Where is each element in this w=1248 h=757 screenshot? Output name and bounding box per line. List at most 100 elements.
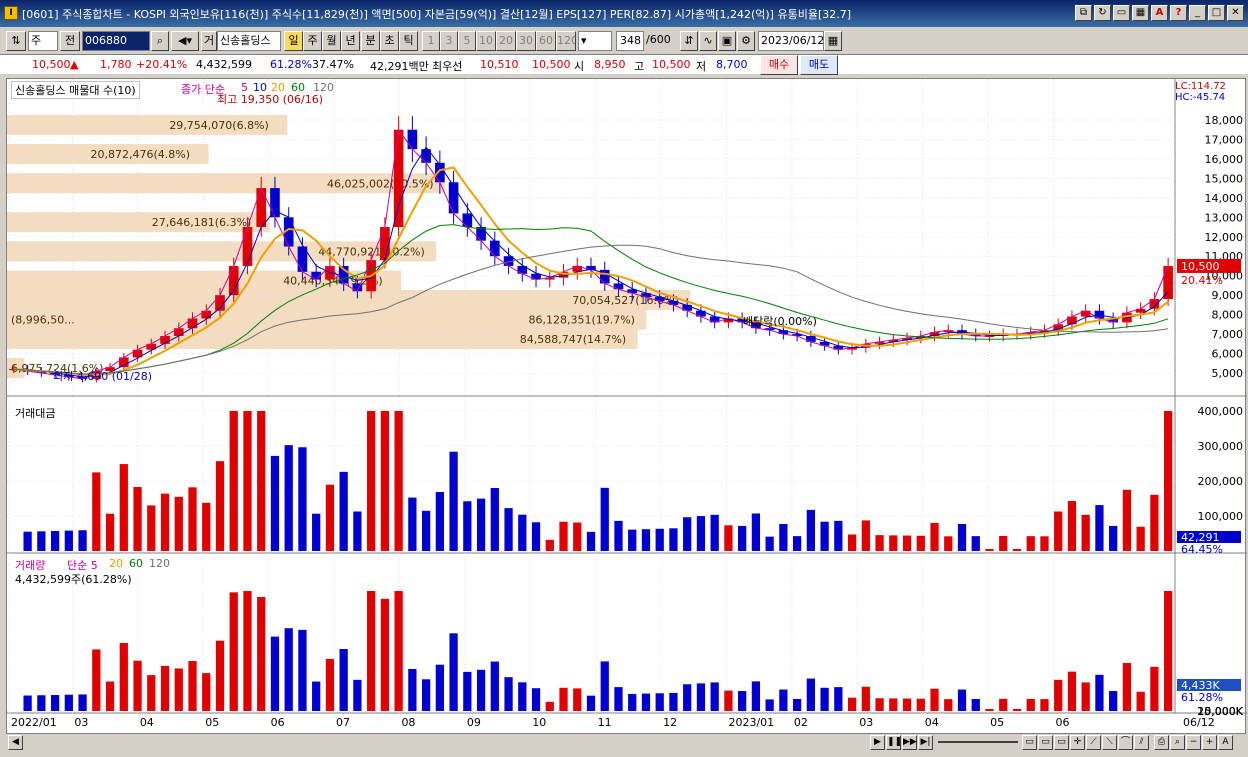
minimize-button[interactable]: _: [1189, 5, 1206, 21]
chart-scrollbar[interactable]: ◀ ▶ ❚❚ ▶▶ ▶| ▭ ▭ ▭ ✛ ⟋ ⟍ ⌒ ⫽ ⎙ ⌕ − + A: [6, 733, 1246, 751]
interval-120[interactable]: 120: [556, 31, 576, 51]
window-icon[interactable]: ▭: [1113, 5, 1130, 21]
current-pct-label: 20.41%: [1181, 274, 1223, 287]
candle-body: [270, 188, 280, 218]
volume-bar: [614, 687, 623, 711]
chart-type-icon[interactable]: ⇵: [680, 31, 698, 51]
volume-bar: [902, 698, 912, 711]
interval-1[interactable]: 1: [422, 31, 440, 51]
interval-dropdown[interactable]: ▾: [578, 31, 612, 51]
font-size-icon[interactable]: A: [1218, 735, 1233, 750]
x-tick-label: 08: [401, 716, 415, 729]
candle-body: [407, 129, 418, 150]
chart-area[interactable]: 2022/01 03 04 05 06 07 08 09 10 11 12 2023/01 02 03 04…: [6, 78, 1247, 739]
buy-button[interactable]: 매수: [760, 55, 798, 75]
quote-bar: 10,500 ▲ 1,780 +20.41% 4,432,599 61.28% …: [0, 54, 1248, 75]
trade-amount: 42,291백만: [370, 60, 429, 73]
tool-2-icon[interactable]: ▭: [1038, 735, 1053, 750]
amount-bar: [339, 471, 348, 551]
prev-button[interactable]: 전: [60, 31, 80, 51]
amount-pct-label: 64.45%: [1181, 543, 1223, 556]
pause-icon[interactable]: ❚❚: [886, 735, 902, 750]
amount-bar: [875, 535, 884, 551]
price-change: 1,780: [100, 58, 132, 71]
tool-1-icon[interactable]: ▭: [1022, 735, 1037, 750]
period-second[interactable]: 초: [380, 31, 399, 51]
stock-type-button[interactable]: 거: [201, 31, 217, 51]
play-icon[interactable]: ▶: [870, 735, 885, 750]
period-minute[interactable]: 분: [361, 31, 380, 51]
interval-20[interactable]: 20: [496, 31, 516, 51]
grid-icon[interactable]: ▦: [1132, 5, 1149, 21]
count-input[interactable]: 348: [616, 31, 644, 51]
volume-bar: [394, 591, 403, 711]
amount-bar: [1122, 489, 1132, 551]
ma-60-label: 60: [291, 81, 305, 94]
amount-bar: [188, 487, 197, 551]
minus-icon[interactable]: −: [1186, 735, 1201, 750]
interval-5[interactable]: 5: [458, 31, 476, 51]
trend-icon[interactable]: ⟋: [1086, 735, 1101, 750]
sell-button[interactable]: 매도: [800, 55, 838, 75]
volume-profile-label: 86,128,351(19.7%): [528, 313, 635, 326]
settings-icon[interactable]: ⚙: [737, 31, 755, 51]
plus-icon[interactable]: +: [1202, 735, 1217, 750]
save-icon[interactable]: ▣: [718, 31, 736, 51]
interval-10[interactable]: 10: [476, 31, 496, 51]
close-button[interactable]: ✕: [1227, 5, 1244, 21]
amount-bar: [669, 528, 678, 551]
volume-bar: [229, 592, 238, 711]
maximize-button[interactable]: □: [1208, 5, 1225, 21]
volume-bar: [957, 689, 967, 711]
period-tick[interactable]: 틱: [399, 31, 418, 51]
zoom-in-icon[interactable]: ⌕: [1170, 735, 1185, 750]
volume-profile-label: 27,646,181(6.3%): [152, 216, 252, 229]
end-icon[interactable]: ▶|: [918, 735, 933, 750]
stock-name-field[interactable]: 신송홀딩스: [217, 31, 281, 51]
search-icon[interactable]: ⌕: [151, 31, 169, 51]
help-icon[interactable]: ?: [1170, 5, 1187, 21]
interval-30[interactable]: 30: [516, 31, 536, 51]
fibo-icon[interactable]: ⌒: [1118, 735, 1133, 750]
mode-select[interactable]: 주: [28, 31, 58, 51]
volume-bar: [243, 591, 252, 711]
calendar-icon[interactable]: ▦: [824, 31, 842, 51]
chart-canvas[interactable]: 2022/01 03 04 05 06 07 08 09 10 11 12 2023/01 02 03 04…: [7, 79, 1247, 739]
amount-bar: [147, 505, 156, 551]
candle-body: [1080, 310, 1091, 317]
volume-bar: [50, 695, 60, 711]
volume-bar: [545, 701, 554, 711]
zoom-slider[interactable]: [938, 741, 1018, 743]
link-icon[interactable]: ⧉: [1075, 5, 1092, 21]
y-tick-label: 5,000K: [1204, 705, 1243, 718]
volume-bar: [1012, 709, 1022, 711]
interval-60[interactable]: 60: [536, 31, 556, 51]
line-icon[interactable]: ⟍: [1102, 735, 1117, 750]
interval-3[interactable]: 3: [440, 31, 458, 51]
volume-bar: [641, 693, 651, 711]
period-day[interactable]: 일: [284, 31, 303, 51]
amount-bar: [298, 447, 307, 551]
dividend-event-label: 배당락(0.00%): [743, 315, 817, 328]
period-week[interactable]: 주: [303, 31, 322, 51]
period-year[interactable]: 년: [341, 31, 360, 51]
channel-icon[interactable]: ⫽: [1134, 735, 1149, 750]
scroll-left-icon[interactable]: ◀: [8, 735, 23, 750]
speaker-icon[interactable]: ◀▾: [171, 31, 199, 51]
crosshair-icon[interactable]: ✛: [1070, 735, 1085, 750]
indicator-icon[interactable]: ∿: [699, 31, 717, 51]
tool-3-icon[interactable]: ▭: [1054, 735, 1069, 750]
x-tick-label: 2023/01: [728, 716, 774, 729]
link-toggle-icon[interactable]: ⇅: [6, 31, 26, 51]
y-tick-label: 5,000: [1212, 367, 1244, 380]
x-tick-label: 02: [794, 716, 808, 729]
code-input[interactable]: 006880: [82, 31, 150, 51]
turnover-rate: 37.47%: [312, 58, 354, 71]
app-icon: I: [4, 6, 18, 20]
forward-icon[interactable]: ▶▶: [902, 735, 917, 750]
font-icon[interactable]: A: [1151, 5, 1168, 21]
date-input[interactable]: 2023/06/12: [758, 31, 824, 51]
refresh-icon[interactable]: ↻: [1094, 5, 1111, 21]
print-icon[interactable]: ⎙: [1154, 735, 1169, 750]
period-month[interactable]: 월: [322, 31, 341, 51]
